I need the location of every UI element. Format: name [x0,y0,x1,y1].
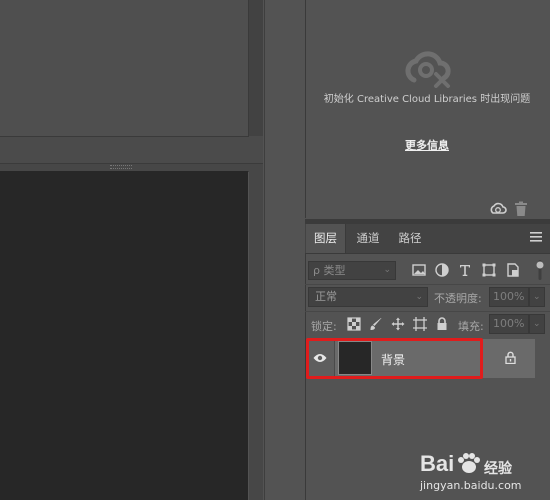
layer-filter-select[interactable]: ρ 类型 ⌄ [308,261,396,280]
paw-icon [458,453,481,473]
watermark-sub: 经验 [484,461,512,477]
image-filter-icon[interactable] [411,262,427,278]
document-canvas[interactable] [0,171,248,500]
chevron-down-icon: ⌄ [533,319,541,329]
divider [305,284,550,285]
lock-label: 锁定: [311,320,337,333]
blend-mode-value: 正常 [315,290,337,303]
opacity-dropdown-button[interactable]: ⌄ [529,287,545,307]
more-info-link[interactable]: 更多信息 [405,139,449,152]
top-document-area [0,0,249,137]
filter-type-label: ρ 类型 [313,264,346,277]
cloud-error-icon [405,51,451,88]
opacity-label: 不透明度: [434,292,482,305]
highlight-box [306,338,483,379]
lock-transparent-icon[interactable] [347,317,361,331]
blend-mode-select[interactable]: 正常 ⌄ [308,287,428,307]
watermark-url: jingyan.baidu.com [420,479,522,492]
fill-label: 填充: [458,320,484,333]
lock-image-icon[interactable] [369,317,383,331]
libraries-error-message: 初始化 Creative Cloud Libraries 时出现问题 [323,94,531,105]
lock-icon[interactable] [505,351,516,364]
smart-object-filter-icon[interactable] [505,262,521,278]
panel-menu-icon[interactable] [530,232,542,242]
chevron-down-icon: ⌄ [383,265,391,275]
libraries-panel [305,0,550,218]
tab-paths[interactable]: 路径 [392,224,428,253]
watermark-brand: Bai [420,451,484,477]
type-filter-icon[interactable] [457,262,473,278]
lock-all-icon[interactable] [435,317,449,331]
watermark-brand-text: Bai [420,451,455,476]
lock-position-icon[interactable] [391,317,405,331]
chevron-down-icon: ⌄ [533,292,541,302]
panel-dock-gutter [264,0,305,500]
adjustment-filter-icon[interactable] [434,262,450,278]
tab-layers[interactable]: 图层 [306,224,346,253]
divider [305,311,550,312]
opacity-input[interactable]: 100% [489,287,529,307]
fill-input[interactable]: 100% [489,314,529,334]
resize-grip-icon[interactable] [110,165,132,169]
canvas-vertical-scrollbar[interactable] [249,171,263,500]
fill-dropdown-button[interactable]: ⌄ [529,314,545,334]
more-info-link-wrap: 更多信息 [322,137,532,153]
filter-toggle-switch[interactable] [536,260,544,280]
trash-icon[interactable] [514,201,528,217]
chevron-down-icon: ⌄ [415,292,423,302]
cloud-sync-icon[interactable] [489,201,507,217]
lock-artboard-icon[interactable] [413,317,427,331]
tab-channels[interactable]: 通道 [350,224,386,253]
top-vertical-scrollbar[interactable] [249,0,263,136]
shape-filter-icon[interactable] [481,262,497,278]
